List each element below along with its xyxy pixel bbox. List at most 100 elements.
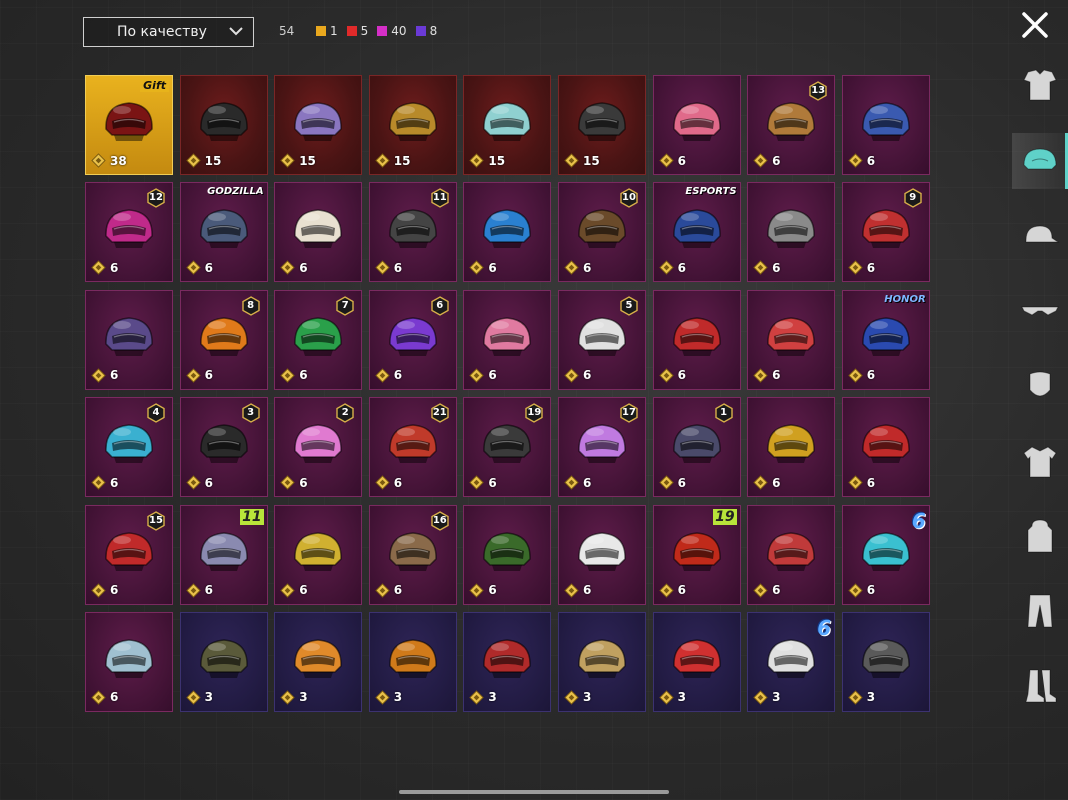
inventory-slot[interactable]: 69: [841, 182, 930, 283]
sidebar-item-helmet[interactable]: [1012, 133, 1068, 189]
inventory-slot[interactable]: 6: [652, 289, 741, 390]
item-count: 6: [280, 582, 308, 598]
inventory-slot[interactable]: 6 19: [463, 397, 552, 498]
inventory-slot[interactable]: 6 19: [652, 504, 741, 605]
inventory-slot[interactable]: 68: [179, 289, 268, 390]
inventory-slot[interactable]: 6: [652, 75, 741, 175]
item-count-value: 6: [393, 368, 403, 383]
inventory-slot[interactable]: 6: [463, 182, 552, 283]
helmet-icon: [857, 527, 915, 575]
inventory-slot[interactable]: 6 12: [85, 182, 173, 283]
sort-dropdown[interactable]: По качеству: [83, 17, 254, 47]
sidebar-item-backpack[interactable]: [1012, 508, 1068, 564]
inventory-slot[interactable]: 6 16: [368, 504, 457, 605]
item-count: 6: [848, 368, 875, 383]
inventory-slot[interactable]: 6 HONOR: [841, 289, 930, 390]
item-count: 6: [185, 260, 213, 276]
inventory-slot[interactable]: 6: [463, 289, 552, 390]
sidebar-item-cap[interactable]: [1012, 208, 1068, 264]
item-count: 6: [91, 690, 118, 705]
inventory-slot[interactable]: 38 Gift: [85, 75, 173, 175]
coupon-icon: [91, 690, 106, 705]
home-indicator[interactable]: [399, 790, 669, 794]
item-count: 15: [375, 153, 410, 168]
sidebar-item-boots[interactable]: [1012, 658, 1068, 714]
helmet-icon: [762, 97, 820, 145]
level-badge-value: 16: [432, 514, 447, 526]
coupon-icon: [91, 582, 106, 598]
inventory-slot[interactable]: 3: [368, 611, 457, 712]
inventory-slot[interactable]: 66: [368, 289, 457, 390]
item-tag: Gift: [140, 79, 169, 92]
item-count: 6: [469, 582, 497, 598]
item-count-value: 6: [299, 475, 308, 490]
inventory-slot[interactable]: 3: [463, 611, 552, 712]
inventory-slot[interactable]: 6 21: [368, 397, 457, 498]
inventory-slot[interactable]: 65: [557, 289, 646, 390]
inventory-slot[interactable]: 3: [179, 611, 268, 712]
item-count-value: 6: [488, 368, 497, 383]
item-count-value: 6: [866, 368, 876, 383]
inventory-slot[interactable]: 6: [841, 75, 930, 175]
sidebar-item-glasses[interactable]: [1012, 283, 1068, 339]
inventory-slot[interactable]: 6: [85, 289, 173, 390]
item-count-value: 15: [204, 153, 222, 168]
sidebar-item-outfit[interactable]: [1012, 58, 1068, 114]
sidebar-item-jacket[interactable]: [1012, 433, 1068, 489]
inventory-slot[interactable]: 6: [747, 289, 836, 390]
inventory-slot[interactable]: 6 GODZILLA: [179, 182, 268, 283]
legend-count: 8: [429, 24, 438, 38]
inventory-slot[interactable]: 15: [463, 75, 552, 175]
backpack-icon: [1027, 519, 1053, 553]
inventory-slot[interactable]: 66: [841, 504, 930, 605]
inventory-slot[interactable]: 15: [557, 75, 646, 175]
item-count-value: 3: [299, 690, 308, 705]
inventory-slot[interactable]: 15: [179, 75, 268, 175]
inventory-slot[interactable]: 6: [747, 397, 836, 498]
helmet-icon: [100, 527, 158, 575]
helmet-icon: [857, 419, 915, 467]
inventory-slot[interactable]: 36: [747, 611, 836, 712]
inventory-slot[interactable]: 6 11: [368, 182, 457, 283]
inventory-slot[interactable]: 6 17: [557, 397, 646, 498]
inventory-slot[interactable]: 63: [179, 397, 268, 498]
level-badge-value: 3: [247, 407, 255, 419]
level-badge-value: 21: [432, 407, 447, 419]
item-count: 6: [848, 153, 875, 168]
inventory-slot[interactable]: 6: [747, 182, 836, 283]
inventory-slot[interactable]: 6 10: [557, 182, 646, 283]
inventory-slot[interactable]: 3: [652, 611, 741, 712]
close-icon[interactable]: [1021, 11, 1049, 39]
inventory-slot[interactable]: 6: [85, 611, 173, 712]
inventory-slot[interactable]: 6: [841, 397, 930, 498]
item-count: 6: [848, 260, 875, 276]
inventory-slot[interactable]: 6 13: [747, 75, 836, 175]
inventory-slot[interactable]: 62: [274, 397, 363, 498]
item-count-value: 3: [677, 690, 686, 705]
inventory-slot[interactable]: 15: [368, 75, 457, 175]
category-sidebar: [1012, 58, 1068, 800]
inventory-slot[interactable]: 3: [841, 611, 930, 712]
item-count: 3: [469, 690, 497, 705]
inventory-slot[interactable]: 67: [274, 289, 363, 390]
inventory-slot[interactable]: 6: [747, 504, 836, 605]
inventory-slot[interactable]: 15: [274, 75, 363, 175]
inventory-slot[interactable]: 64: [85, 397, 173, 498]
inventory-slot[interactable]: 6 11: [179, 504, 268, 605]
item-count: 6: [185, 368, 213, 383]
level-badge-value: 5: [625, 299, 633, 311]
inventory-slot[interactable]: 3: [274, 611, 363, 712]
sidebar-item-mask[interactable]: [1012, 358, 1068, 414]
inventory-slot[interactable]: 6: [274, 182, 363, 283]
inventory-slot[interactable]: 6 ESPORTS: [652, 182, 741, 283]
inventory-slot[interactable]: 61: [652, 397, 741, 498]
helmet-icon: [857, 312, 915, 360]
inventory-slot[interactable]: 6: [274, 504, 363, 605]
inventory-slot[interactable]: 3: [557, 611, 646, 712]
legend-item: 5: [346, 24, 368, 38]
inventory-slot[interactable]: 6: [557, 504, 646, 605]
inventory-slot[interactable]: 6: [463, 504, 552, 605]
inventory-slot[interactable]: 6 15: [85, 504, 173, 605]
coupon-icon: [280, 690, 295, 705]
sidebar-item-pants[interactable]: [1012, 583, 1068, 639]
